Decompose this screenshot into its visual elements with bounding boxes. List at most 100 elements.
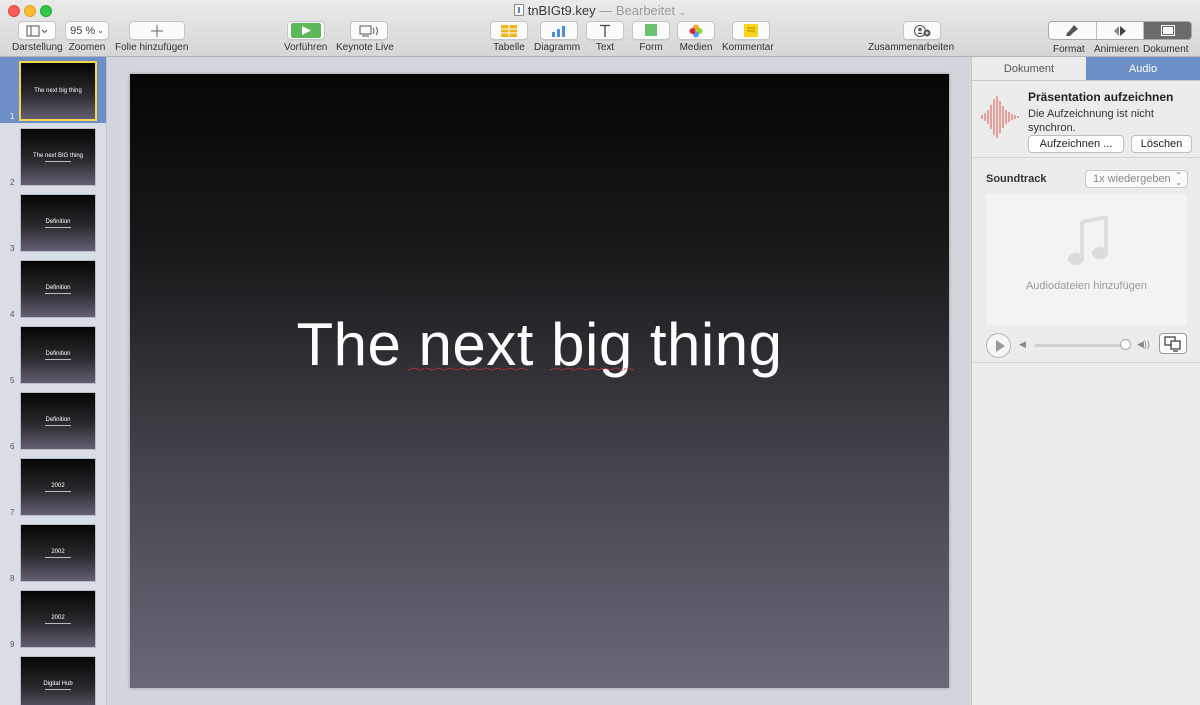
- zoom-menu[interactable]: 95 % ⌄ Zoomen: [65, 21, 109, 53]
- delete-recording-button[interactable]: Löschen: [1131, 135, 1192, 153]
- slide-thumbnail-row[interactable]: Definition 5: [0, 321, 106, 387]
- chart-label: Diagramm: [534, 42, 581, 53]
- title-separator: —: [595, 3, 616, 18]
- soundtrack-mode-select[interactable]: 1x wiedergeben ⌃ ⌄: [1085, 170, 1188, 188]
- slide-thumbnail-row[interactable]: The next big thing 1: [0, 57, 106, 123]
- inspector-tabs: Dokument Audio: [972, 57, 1200, 81]
- zoom-button[interactable]: 95 % ⌄: [65, 21, 109, 40]
- thumbnail-subtitle-line: [45, 622, 71, 624]
- edit-status: Bearbeitet: [615, 3, 676, 18]
- slide-thumbnail-row[interactable]: Definition 4: [0, 255, 106, 321]
- thumbnail-title: Digital Hub: [43, 680, 73, 687]
- slide-thumbnail[interactable]: Definition: [21, 327, 95, 383]
- media-menu[interactable]: Medien: [677, 21, 715, 53]
- chart-menu[interactable]: Diagramm: [534, 21, 580, 53]
- sidebar-layout-icon: [26, 25, 48, 36]
- text-T-icon: [600, 24, 610, 37]
- shape-button[interactable]: [632, 21, 670, 40]
- media-button[interactable]: [677, 21, 715, 40]
- view-button[interactable]: [18, 21, 57, 40]
- spellcheck-underline: [407, 367, 635, 371]
- plus-icon: [150, 24, 163, 37]
- audio-player: ◀ ◀)): [972, 333, 1200, 363]
- collaborate-menu[interactable]: Zusammenarbeiten: [868, 21, 954, 53]
- format-button[interactable]: [1049, 22, 1097, 39]
- document-button[interactable]: [1144, 22, 1191, 39]
- text-label: Text: [595, 42, 615, 53]
- slide-thumbnail[interactable]: Definition: [21, 393, 95, 449]
- volume-slider-knob[interactable]: [1120, 339, 1131, 350]
- chart-button[interactable]: [540, 21, 579, 40]
- soundtrack-mode-value: 1x wiedergeben: [1093, 173, 1171, 185]
- volume-low-icon: ◀: [1019, 339, 1026, 349]
- keynote-live-menu[interactable]: Keynote Live: [336, 21, 394, 53]
- slide-thumbnail[interactable]: The next big thing: [21, 63, 95, 119]
- slide-thumbnail[interactable]: 2002: [21, 591, 95, 647]
- thumbnail-subtitle-line: [45, 424, 71, 426]
- slide-number: 3: [10, 244, 15, 253]
- shape-menu[interactable]: Form: [632, 21, 670, 53]
- slide-thumbnail-row[interactable]: Digital Hub10: [0, 651, 106, 705]
- slide-thumbnail[interactable]: 2002: [21, 525, 95, 581]
- animate-button[interactable]: [1096, 22, 1145, 39]
- record-section: Präsentation aufzeichnen Die Aufzeichnun…: [972, 81, 1200, 158]
- inspector-segmented-control: [1048, 21, 1192, 40]
- audio-output-button[interactable]: [1159, 333, 1187, 354]
- slide-number: 6: [10, 442, 15, 451]
- slide-thumbnail-row[interactable]: 2002 8: [0, 519, 106, 585]
- thumbnail-subtitle-line: [45, 226, 71, 228]
- document-panel-icon: [1160, 25, 1175, 36]
- add-slide-button[interactable]: [128, 21, 185, 40]
- play-button[interactable]: [286, 21, 325, 40]
- table-grid-icon: [501, 24, 517, 37]
- square-shape-icon: [645, 24, 657, 36]
- drop-zone-text: Audiodateien hinzufügen: [1025, 280, 1148, 292]
- audio-drop-zone[interactable]: Audiodateien hinzufügen: [986, 194, 1187, 325]
- record-description: Die Aufzeichnung ist nicht synchron.: [1028, 108, 1154, 134]
- collaborate-button[interactable]: [903, 21, 942, 40]
- slide-thumbnail[interactable]: Digital Hub: [21, 657, 95, 705]
- play-soundtrack-button[interactable]: [986, 333, 1011, 358]
- slide-thumbnail-row[interactable]: Definition 3: [0, 189, 106, 255]
- text-menu[interactable]: Text: [586, 21, 624, 53]
- window-toolbar: tnBIGt9.key — Bearbeitet ⌄ Darstellung 9…: [0, 0, 1200, 57]
- slide-thumbnail-row[interactable]: 2002 7: [0, 453, 106, 519]
- slide-canvas-area: The next big thing: [107, 57, 971, 705]
- volume-slider[interactable]: [1034, 344, 1126, 347]
- slide-thumbnail[interactable]: Definition: [21, 261, 95, 317]
- slide-title-text[interactable]: The next big thing: [130, 310, 949, 379]
- table-button[interactable]: [490, 21, 528, 40]
- keynote-live-button[interactable]: [350, 21, 389, 40]
- slide-thumbnail-row[interactable]: The next BIG thing 2: [0, 123, 106, 189]
- play-menu[interactable]: Vorführen: [284, 21, 327, 53]
- comment-menu[interactable]: Kommentar: [722, 21, 774, 53]
- slide-thumbnail[interactable]: Definition: [21, 195, 95, 251]
- add-slide-menu[interactable]: Folie hinzufügen: [115, 21, 188, 53]
- slide-thumbnail[interactable]: The next BIG thing: [21, 129, 95, 185]
- thumbnail-title: 2002: [51, 614, 65, 621]
- chevron-down-icon: ⌄: [678, 7, 687, 17]
- keynote-file-icon: [513, 4, 524, 16]
- slide-number: 7: [10, 508, 15, 517]
- diamond-animate-icon: [1114, 25, 1126, 36]
- text-button[interactable]: [586, 21, 624, 40]
- thumbnail-title: Definition: [45, 416, 71, 423]
- slide-number: 5: [10, 376, 15, 385]
- slide-canvas[interactable]: The next big thing: [130, 74, 949, 688]
- screen-output-icon: [1164, 336, 1181, 352]
- thumbnail-title: The next BIG thing: [32, 152, 84, 159]
- monitor-broadcast-icon: [359, 25, 379, 36]
- view-menu[interactable]: Darstellung: [12, 21, 63, 53]
- tab-document[interactable]: Dokument: [972, 57, 1086, 80]
- record-button[interactable]: Aufzeichnen ...: [1028, 135, 1124, 153]
- add-slide-label: Folie hinzufügen: [115, 42, 189, 53]
- slide-thumbnail-row[interactable]: 2002 9: [0, 585, 106, 651]
- music-note-icon: [1068, 216, 1108, 265]
- inspector-panel: Dokument Audio Präsentation aufzeichnen: [971, 57, 1200, 705]
- table-menu[interactable]: Tabelle: [490, 21, 528, 53]
- slide-thumbnail-row[interactable]: Definition 6: [0, 387, 106, 453]
- tab-audio[interactable]: Audio: [1086, 57, 1200, 80]
- comment-button[interactable]: [731, 21, 770, 40]
- document-title[interactable]: tnBIGt9.key — Bearbeitet ⌄: [0, 3, 1200, 19]
- slide-thumbnail[interactable]: 2002: [21, 459, 95, 515]
